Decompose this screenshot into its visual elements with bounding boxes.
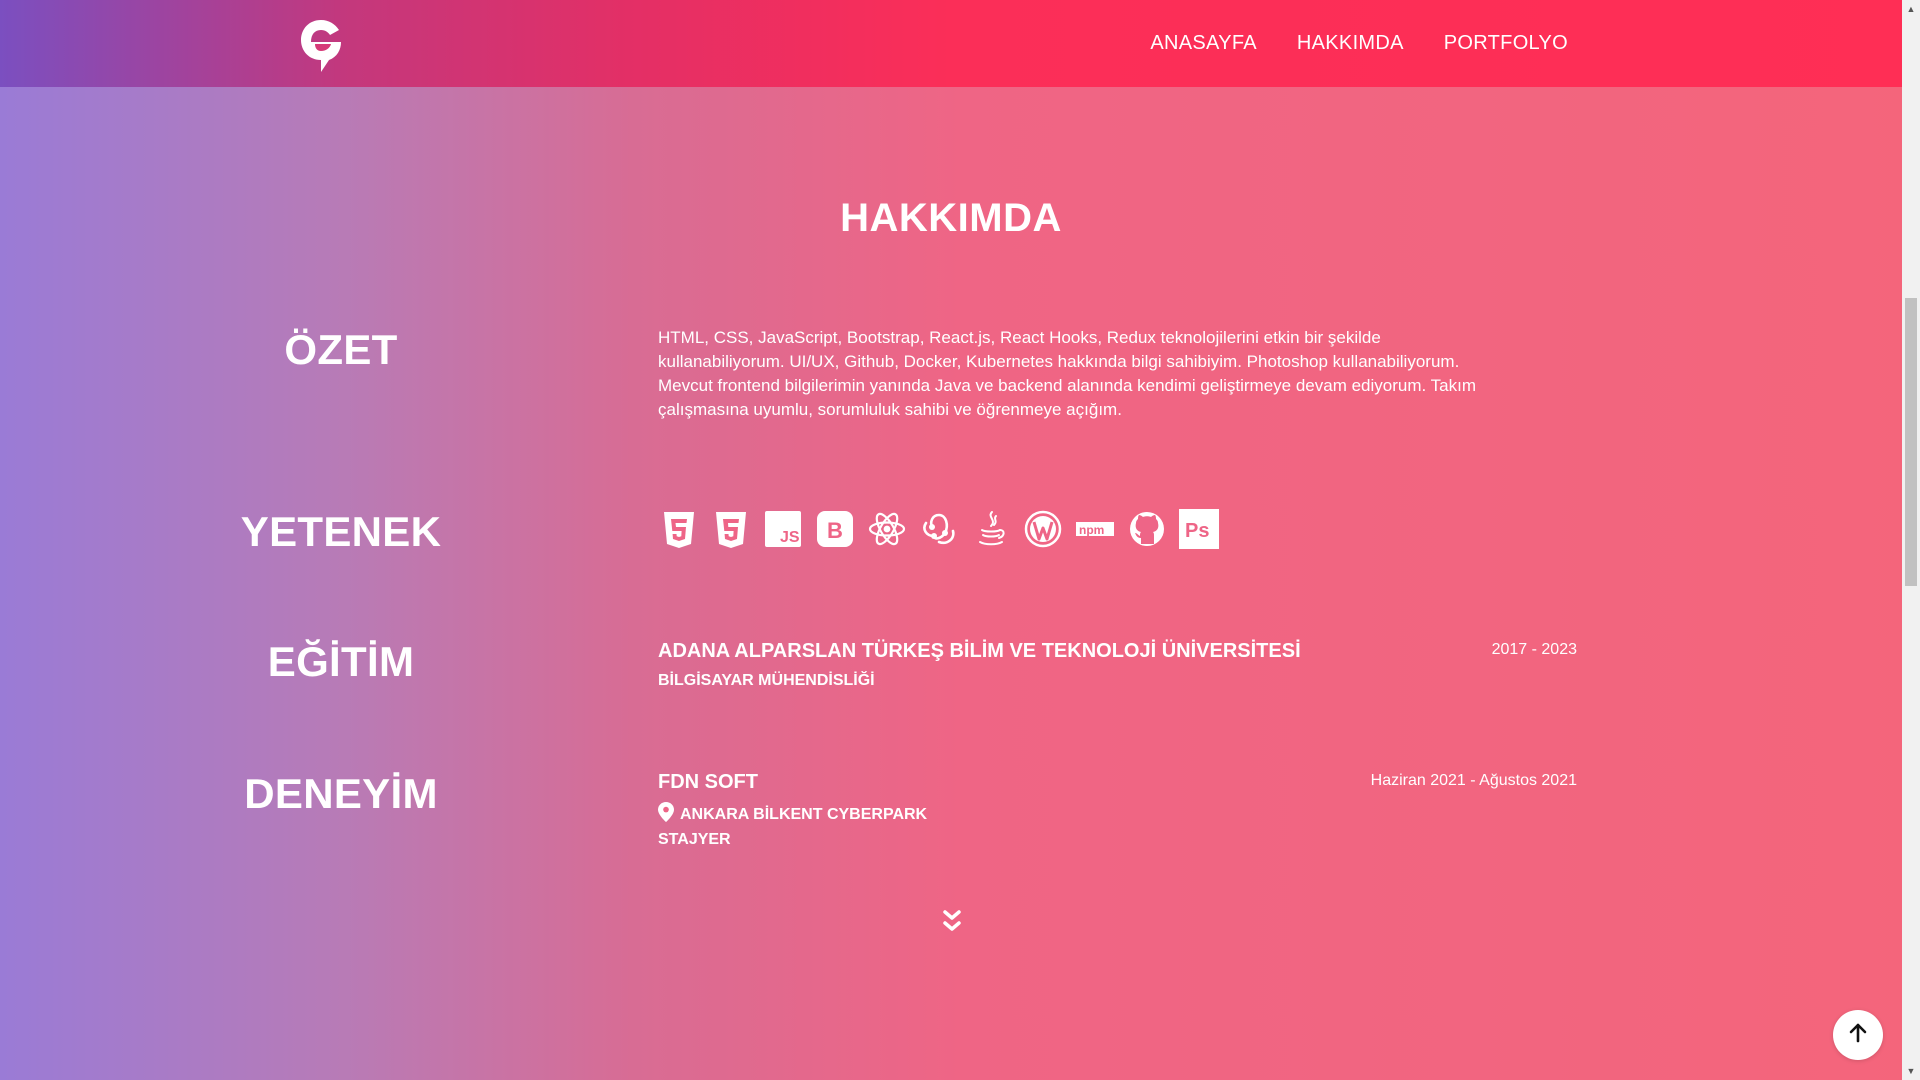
svg-text:npm: npm xyxy=(1079,523,1104,537)
summary-text: HTML, CSS, JavaScript, Bootstrap, React.… xyxy=(658,328,1476,419)
experience-location: ANKARA BİLKENT CYBERPARK xyxy=(658,802,927,827)
nav-link-anasayfa[interactable]: ANASAYFA xyxy=(1150,32,1257,55)
scroll-to-top-button[interactable] xyxy=(1833,1010,1883,1060)
experience-dates: Haziran 2021 - Ağustos 2021 xyxy=(1370,772,1577,789)
java-icon xyxy=(970,508,1012,550)
experience-heading: DENEYİM xyxy=(244,770,438,817)
javascript-icon: JS xyxy=(762,508,804,550)
experience-role: STAJYER xyxy=(658,831,731,848)
bootstrap-icon: B xyxy=(814,508,856,550)
svg-text:B: B xyxy=(827,518,843,543)
navbar: ANASAYFA HAKKIMDA PORTFOLYO xyxy=(0,0,1902,87)
chevron-double-down-icon[interactable] xyxy=(940,906,964,936)
page-title: HAKKIMDA xyxy=(840,196,1062,240)
arrow-up-icon xyxy=(1846,1021,1870,1050)
summary-heading: ÖZET xyxy=(284,326,398,373)
education-school: ADANA ALPARSLAN TÜRKEŞ BİLİM VE TEKNOLOJ… xyxy=(658,640,1301,662)
react-icon xyxy=(866,508,908,550)
npm-icon: npm xyxy=(1074,508,1116,550)
photoshop-icon: Ps xyxy=(1178,508,1220,550)
scrollbar-thumb[interactable] xyxy=(1905,298,1917,586)
nav-link-hakkimda[interactable]: HAKKIMDA xyxy=(1297,32,1404,55)
skills-list: JS B npm Ps xyxy=(658,508,1220,550)
location-label: ANKARA BİLKENT CYBERPARK xyxy=(680,805,928,823)
experience-company: FDN SOFT xyxy=(658,771,758,793)
education-heading: EĞİTİM xyxy=(267,638,415,685)
e-logo-icon[interactable] xyxy=(299,18,343,74)
education-dates: 2017 - 2023 xyxy=(1491,641,1577,658)
page-scrollbar[interactable]: ▲ ▼ xyxy=(1902,0,1920,1080)
wordpress-icon xyxy=(1022,508,1064,550)
nav-links: ANASAYFA HAKKIMDA PORTFOLYO xyxy=(1150,0,1568,87)
education-department: BİLGİSAYAR MÜHENDİSLİĞİ xyxy=(658,672,875,689)
redux-icon xyxy=(918,508,960,550)
svg-text:JS: JS xyxy=(780,529,800,546)
location-pin-icon xyxy=(658,802,674,827)
scroll-down-arrow-icon[interactable]: ▼ xyxy=(1902,1062,1920,1080)
skills-heading: YETENEK xyxy=(240,508,442,555)
scroll-up-arrow-icon[interactable]: ▲ xyxy=(1902,0,1920,18)
css3-icon xyxy=(710,508,752,550)
svg-text:Ps: Ps xyxy=(1185,520,1209,542)
github-icon xyxy=(1126,508,1168,550)
nav-link-portfolyo[interactable]: PORTFOLYO xyxy=(1444,32,1568,55)
html5-icon xyxy=(658,508,700,550)
